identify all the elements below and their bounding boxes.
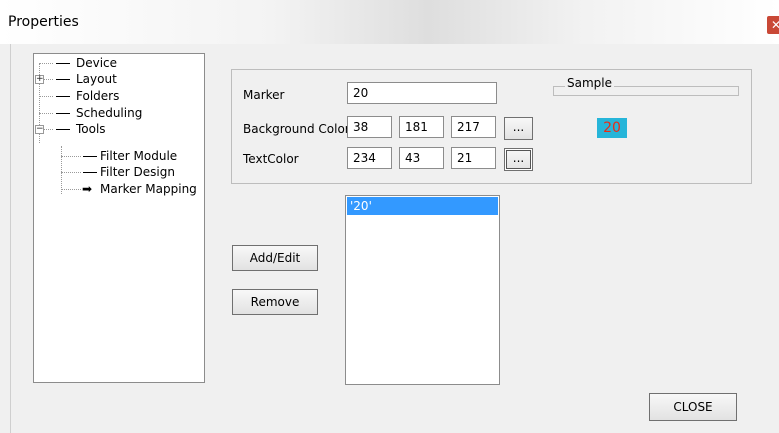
text-color-label: TextColor [243, 152, 299, 166]
tree-item-scheduling[interactable]: Scheduling [76, 105, 142, 121]
tree-connector-line [61, 189, 81, 190]
background-green-input[interactable]: 181 [399, 116, 444, 138]
tree-connector-line [44, 79, 53, 80]
sample-preview: 20 [597, 118, 627, 138]
close-icon[interactable]: ✕ [767, 16, 779, 34]
marker-label: Marker [243, 88, 285, 102]
tree-item-filter-module[interactable]: Filter Module [100, 148, 177, 164]
tree-connector-line [39, 113, 53, 114]
text-red-input[interactable]: 234 [347, 147, 392, 169]
tree-dash [56, 129, 70, 130]
text-color-browse-button[interactable]: ... [504, 148, 533, 171]
arrow-right-icon: ➡ [82, 182, 93, 196]
tree-dash [56, 79, 70, 80]
text-blue-input[interactable]: 21 [451, 147, 496, 169]
tree-connector-line [61, 156, 81, 157]
close-button[interactable]: CLOSE [649, 393, 737, 421]
marker-input[interactable]: 20 [347, 82, 497, 104]
text-green-input[interactable]: 43 [399, 147, 444, 169]
tree-dash [83, 172, 97, 173]
tree-connector-line [39, 96, 53, 97]
tree-item-tools[interactable]: Tools [76, 121, 106, 137]
background-red-input[interactable]: 38 [347, 116, 392, 138]
settings-tree[interactable]: Device + Layout Folders Scheduling − Too… [33, 53, 205, 383]
background-blue-input[interactable]: 217 [451, 116, 496, 138]
background-color-browse-button[interactable]: ... [504, 117, 533, 140]
remove-button[interactable]: Remove [232, 289, 318, 315]
tree-dash [83, 156, 97, 157]
add-edit-button[interactable]: Add/Edit [232, 245, 318, 271]
tree-item-filter-design[interactable]: Filter Design [100, 164, 175, 180]
window-title: Properties [8, 14, 79, 30]
tree-dash [56, 96, 70, 97]
expand-plus-icon[interactable]: + [35, 75, 44, 84]
tree-connector-line [61, 172, 81, 173]
properties-dialog: Properties ✕ Device + Layout Folders Sch… [0, 0, 779, 433]
markers-list[interactable]: '20' [345, 195, 500, 385]
tree-item-layout[interactable]: Layout [76, 71, 117, 87]
tree-item-device[interactable]: Device [76, 55, 117, 71]
tree-connector-line [44, 129, 53, 130]
collapse-minus-icon[interactable]: − [35, 125, 44, 134]
tree-dash [56, 63, 70, 64]
tree-connector-line [39, 63, 53, 64]
title-bar: Properties ✕ [0, 0, 779, 44]
sample-label: Sample [565, 76, 614, 90]
background-color-label: Background Color [243, 122, 350, 136]
list-item[interactable]: '20' [347, 197, 498, 215]
tree-item-folders[interactable]: Folders [76, 88, 119, 104]
tree-dash [56, 113, 70, 114]
tree-connector-line [61, 146, 62, 194]
tree-item-marker-mapping[interactable]: Marker Mapping [100, 181, 197, 197]
